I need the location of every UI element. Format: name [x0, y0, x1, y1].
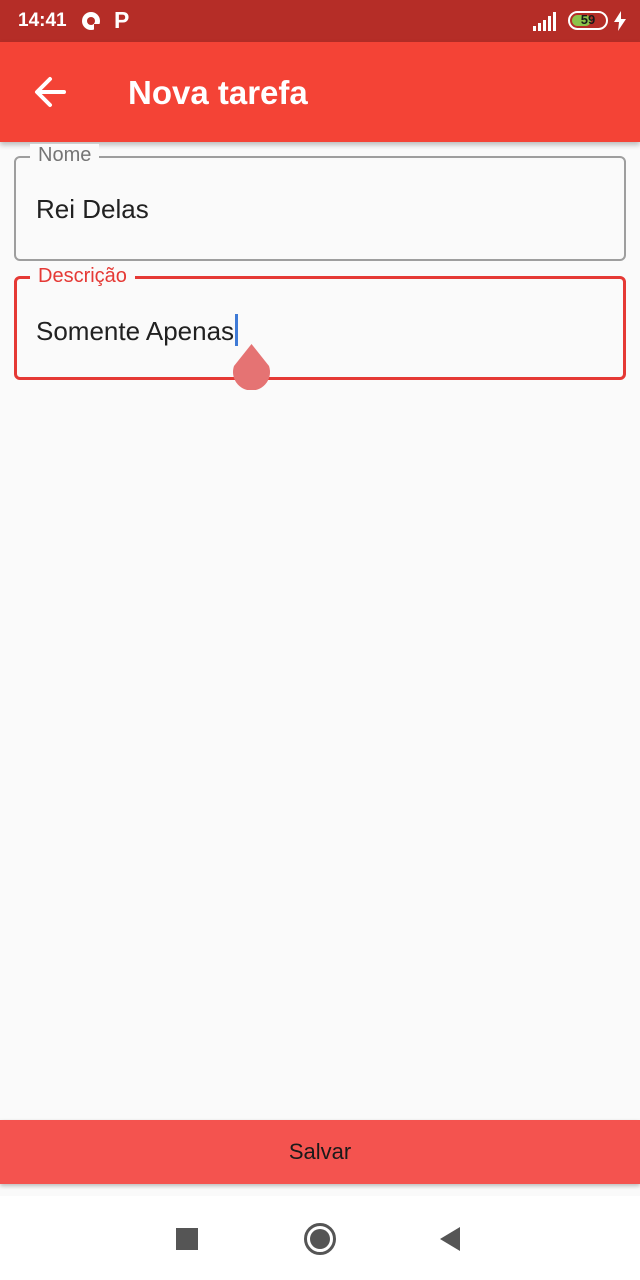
system-nav-bar — [0, 1196, 640, 1280]
app-bar: Nova tarefa — [0, 42, 640, 142]
status-time: 14:41 — [18, 10, 67, 31]
descricao-field[interactable]: Descrição Somente Apenas — [14, 265, 626, 380]
charging-icon — [614, 11, 626, 31]
save-button[interactable]: Salvar — [0, 1120, 640, 1184]
battery-level: 59 — [580, 12, 596, 27]
battery-icon: 59 — [568, 11, 608, 30]
square-icon[interactable] — [176, 1228, 198, 1250]
arrow-left-icon[interactable] — [30, 72, 70, 112]
page-title: Nova tarefa — [128, 74, 308, 111]
caret-handle-icon[interactable] — [231, 344, 272, 390]
status-bar: 14:41 P 59 — [0, 0, 640, 42]
descricao-value: Somente Apenas — [36, 316, 235, 346]
triangle-back-icon[interactable] — [438, 1226, 462, 1252]
descricao-label: Descrição — [30, 265, 135, 288]
circle-icon[interactable] — [303, 1222, 337, 1256]
nome-value: Rei Delas — [36, 194, 149, 224]
nome-field[interactable]: Nome Rei Delas — [14, 144, 626, 261]
notification-icon — [82, 12, 100, 30]
text-caret — [235, 314, 239, 346]
app-notification-icon: P — [114, 7, 130, 33]
signal-icon — [533, 12, 556, 31]
descricao-value-wrap: Somente Apenas — [36, 314, 239, 347]
nome-label: Nome — [30, 144, 100, 167]
